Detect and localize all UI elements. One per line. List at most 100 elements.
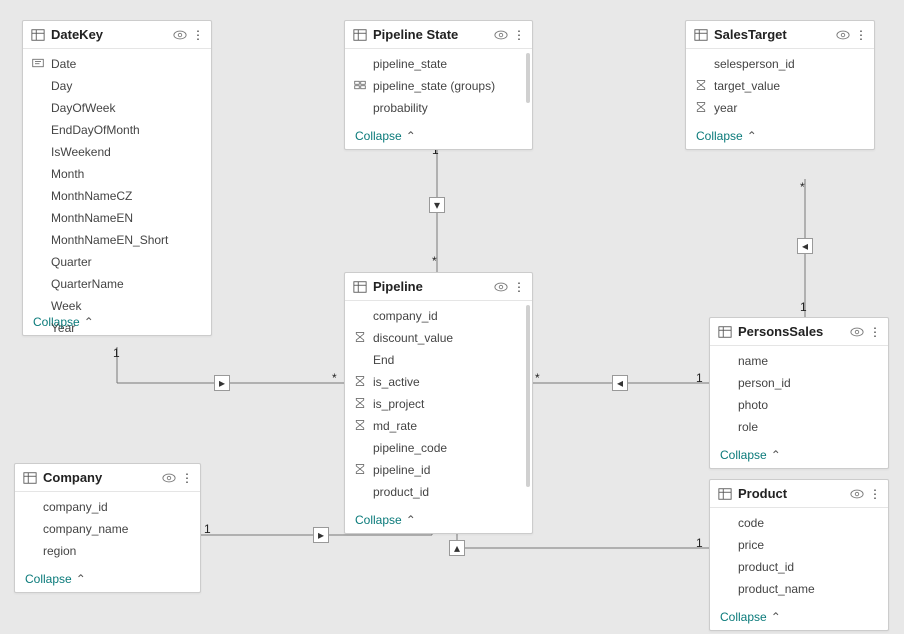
collapse-button[interactable]: Collapse ⌃ [710, 604, 888, 630]
group-icon [353, 78, 367, 92]
field-row[interactable]: EndDayOfMonth [23, 119, 211, 141]
table-icon [718, 325, 732, 339]
field-row[interactable]: Quarter [23, 251, 211, 273]
field-list: codepriceproduct_idproduct_name [710, 508, 888, 604]
table-salestarget[interactable]: SalesTarget ⋮ selesperson_idtarget_value… [685, 20, 875, 150]
field-row[interactable]: company_id [15, 496, 200, 518]
field-row[interactable]: QuarterName [23, 273, 211, 295]
cardinality-label: * [332, 371, 337, 385]
table-header[interactable]: Product ⋮ [710, 480, 888, 508]
field-name: Quarter [51, 254, 92, 270]
field-row[interactable]: photo [710, 394, 888, 416]
visibility-icon[interactable] [494, 28, 508, 42]
visibility-icon[interactable] [162, 471, 176, 485]
more-options-icon[interactable]: ⋮ [870, 487, 880, 501]
table-header[interactable]: Pipeline ⋮ [345, 273, 532, 301]
visibility-icon[interactable] [836, 28, 850, 42]
field-row[interactable]: role [710, 416, 888, 438]
table-header[interactable]: PersonsSales ⋮ [710, 318, 888, 346]
field-row[interactable]: probability [345, 97, 532, 119]
field-row[interactable]: pipeline_state [345, 53, 532, 75]
field-name: md_rate [373, 418, 417, 434]
field-row[interactable]: company_id [345, 305, 532, 327]
field-row[interactable]: name [710, 350, 888, 372]
collapse-button[interactable]: Collapse ⌃ [686, 123, 874, 149]
visibility-icon[interactable] [850, 487, 864, 501]
more-options-icon[interactable]: ⋮ [182, 471, 192, 485]
field-row[interactable]: product_name [710, 578, 888, 600]
sigma-icon [353, 330, 367, 344]
field-row[interactable]: Month [23, 163, 211, 185]
chevron-up-icon: ⌃ [747, 129, 757, 143]
field-row[interactable]: Year [23, 317, 211, 339]
visibility-icon[interactable] [850, 325, 864, 339]
field-row[interactable]: MonthNameEN [23, 207, 211, 229]
field-row[interactable]: discount_value [345, 327, 532, 349]
field-row[interactable]: Week [23, 295, 211, 317]
more-options-icon[interactable]: ⋮ [514, 280, 524, 294]
field-row[interactable]: price [710, 534, 888, 556]
field-row[interactable]: code [710, 512, 888, 534]
field-list: company_iddiscount_valueEndis_activeis_p… [345, 301, 532, 507]
table-header[interactable]: Company ⋮ [15, 464, 200, 492]
table-title: Pipeline State [373, 27, 488, 42]
field-row[interactable]: Date [23, 53, 211, 75]
field-name: Year [51, 320, 75, 336]
field-row[interactable]: md_rate [345, 415, 532, 437]
more-options-icon[interactable]: ⋮ [856, 28, 866, 42]
more-options-icon[interactable]: ⋮ [870, 325, 880, 339]
field-row[interactable]: MonthNameCZ [23, 185, 211, 207]
collapse-label: Collapse [25, 572, 72, 586]
field-row[interactable]: DayOfWeek [23, 97, 211, 119]
table-pipelinestate[interactable]: Pipeline State ⋮ pipeline_state pipeline_… [344, 20, 533, 150]
field-name: Week [51, 298, 81, 314]
field-row[interactable]: is_active [345, 371, 532, 393]
field-row[interactable]: target_value [686, 75, 874, 97]
field-name: pipeline_code [373, 440, 447, 456]
cardinality-label: 1 [113, 346, 120, 360]
table-title: DateKey [51, 27, 167, 42]
field-row[interactable]: Day [23, 75, 211, 97]
visibility-icon[interactable] [494, 280, 508, 294]
more-options-icon[interactable]: ⋮ [514, 28, 524, 42]
visibility-icon[interactable] [173, 28, 187, 42]
table-company[interactable]: Company ⋮ company_idcompany_nameregion C… [14, 463, 201, 593]
field-row[interactable]: pipeline_code [345, 437, 532, 459]
field-row[interactable]: company_name [15, 518, 200, 540]
table-header[interactable]: Pipeline State ⋮ [345, 21, 532, 49]
collapse-button[interactable]: Collapse ⌃ [710, 442, 888, 468]
filter-direction-icon: ◂ [612, 375, 628, 391]
collapse-button[interactable]: Collapse ⌃ [345, 123, 532, 149]
field-row[interactable]: product_id [345, 481, 532, 503]
field-row[interactable]: person_id [710, 372, 888, 394]
table-header[interactable]: DateKey ⋮ [23, 21, 211, 49]
table-datekey[interactable]: DateKey ⋮ DateDay DayOfWeek EndDayOfMonthI… [22, 20, 212, 336]
field-row[interactable]: is_project [345, 393, 532, 415]
collapse-label: Collapse [696, 129, 743, 143]
field-row[interactable]: pipeline_id [345, 459, 532, 481]
table-personssales[interactable]: PersonsSales ⋮ nameperson_idphotorole Co… [709, 317, 889, 469]
field-name: pipeline_state (groups) [373, 78, 495, 94]
field-row[interactable]: MonthNameEN_Short [23, 229, 211, 251]
chevron-up-icon: ⌃ [771, 448, 781, 462]
field-row[interactable]: IsWeekend [23, 141, 211, 163]
table-header[interactable]: SalesTarget ⋮ [686, 21, 874, 49]
field-row[interactable]: year [686, 97, 874, 119]
collapse-label: Collapse [355, 129, 402, 143]
field-row[interactable]: End [345, 349, 532, 371]
field-row[interactable]: region [15, 540, 200, 562]
field-name: year [714, 100, 737, 116]
field-row[interactable]: product_id [710, 556, 888, 578]
table-product[interactable]: Product ⋮ codepriceproduct_idproduct_nam… [709, 479, 889, 631]
more-options-icon[interactable]: ⋮ [193, 28, 203, 42]
field-row[interactable]: selesperson_id [686, 53, 874, 75]
filter-direction-icon: ▾ [429, 197, 445, 213]
field-name: DayOfWeek [51, 100, 115, 116]
cardinality-label: 1 [696, 536, 703, 550]
field-row[interactable]: pipeline_state (groups) [345, 75, 532, 97]
collapse-button[interactable]: Collapse ⌃ [345, 507, 532, 533]
collapse-button[interactable]: Collapse ⌃ [15, 566, 200, 592]
cardinality-label: 1 [696, 371, 703, 385]
table-pipeline[interactable]: Pipeline ⋮ company_iddiscount_valueEndis… [344, 272, 533, 534]
collapse-label: Collapse [720, 448, 767, 462]
